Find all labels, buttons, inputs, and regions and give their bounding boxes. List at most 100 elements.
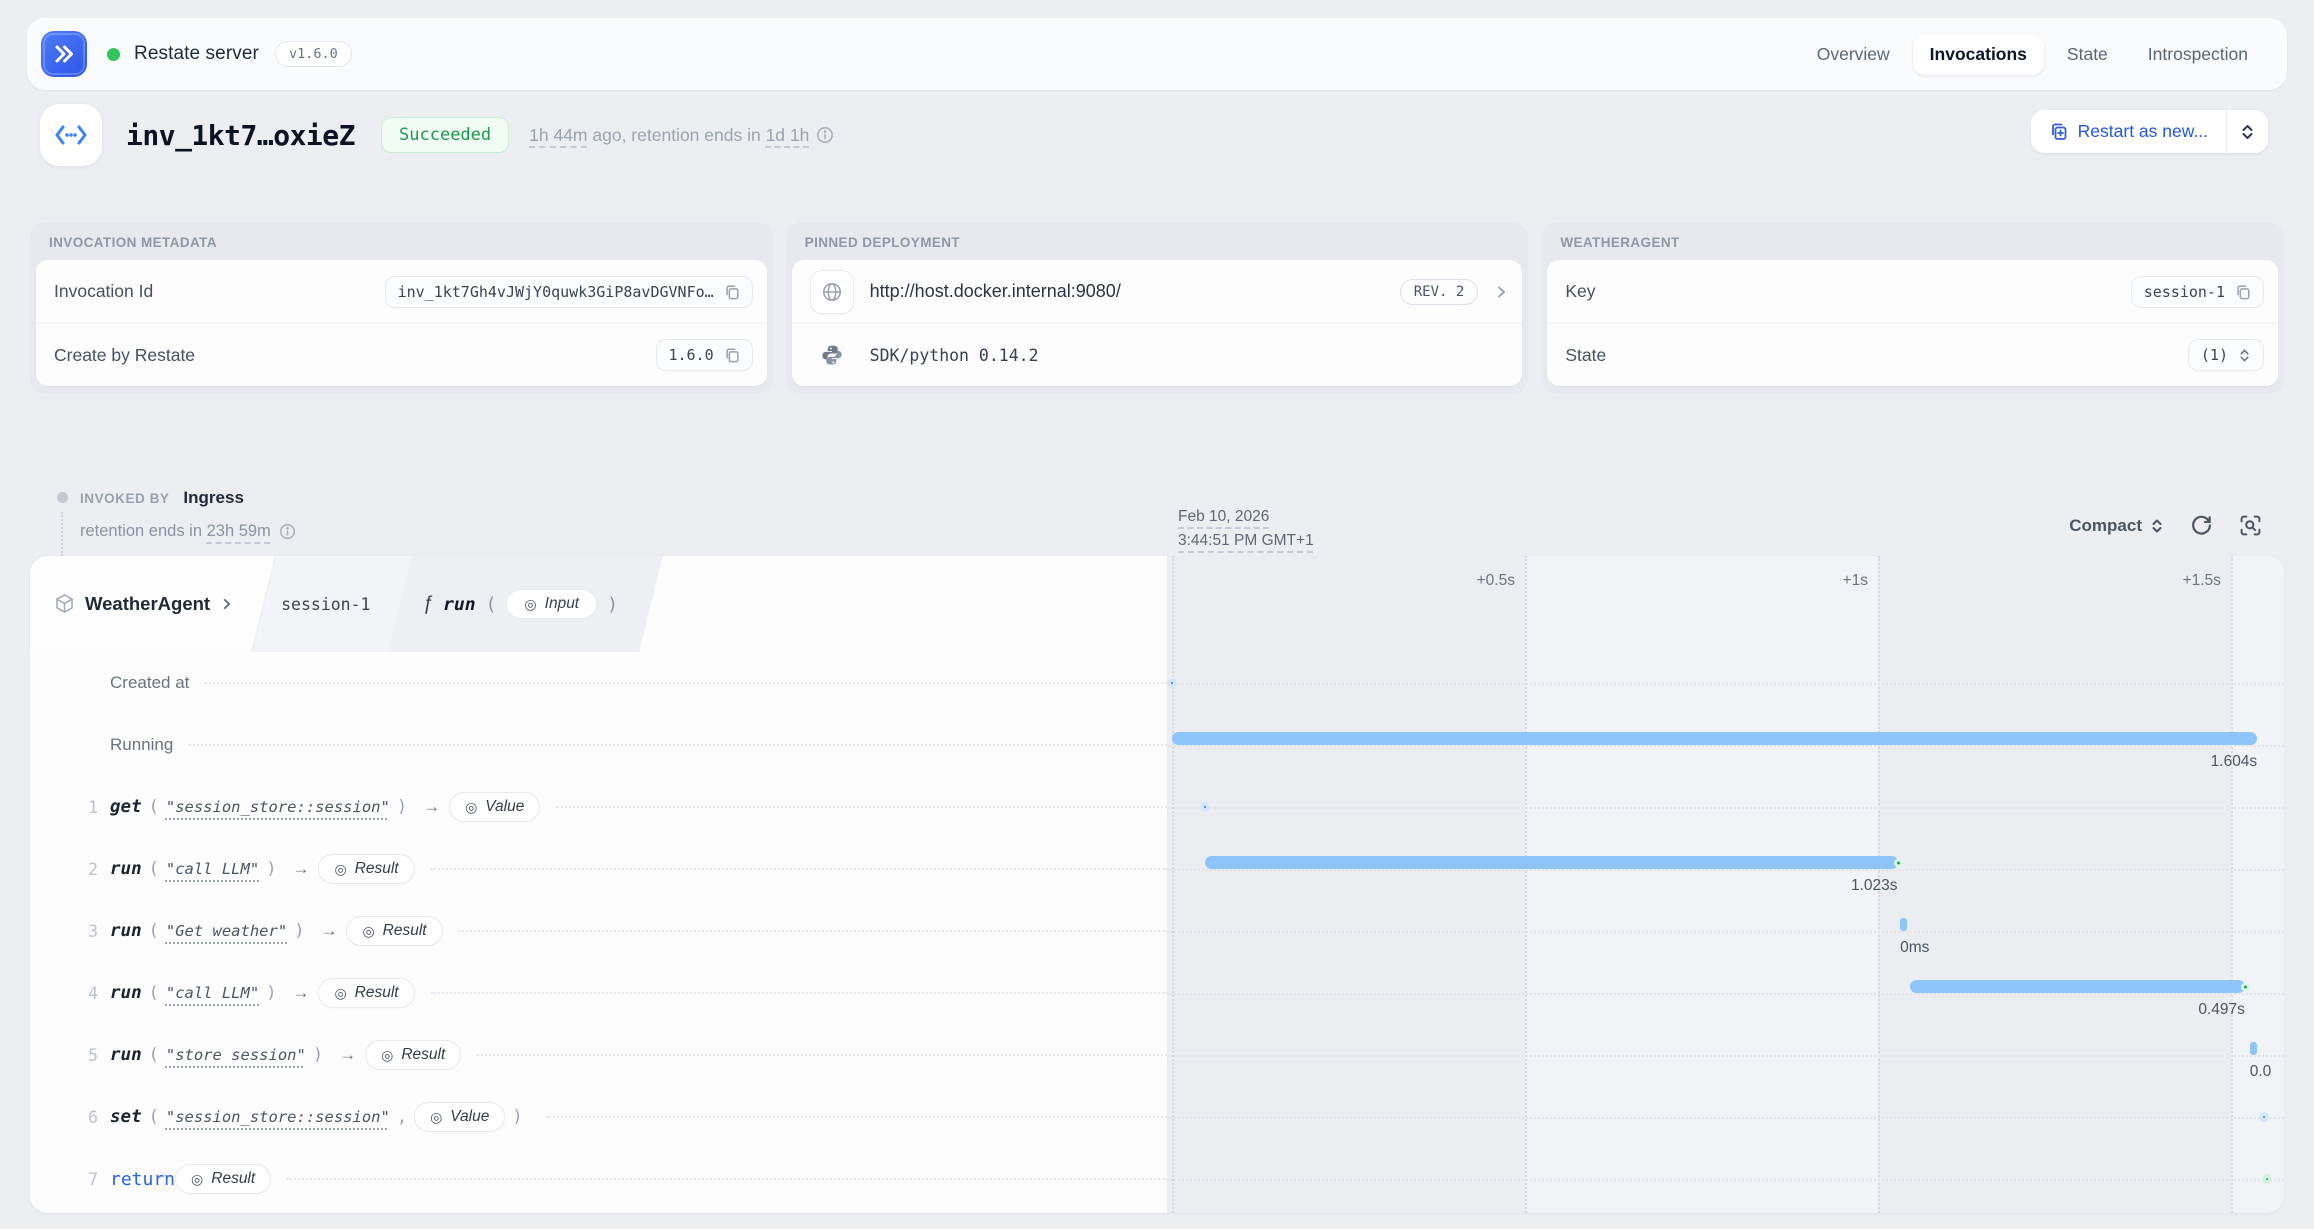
entry-label: Running: [110, 735, 173, 755]
entry-number: 6: [74, 1108, 98, 1127]
info-icon[interactable]: [279, 523, 296, 540]
badge-label: Result: [211, 1170, 255, 1188]
chevron-up-down-icon: [2150, 517, 2164, 535]
input-badge[interactable]: ◎ Input: [506, 589, 597, 619]
journal-entry-entry-1: 1get("session_store::session")→◎Value: [30, 776, 1167, 838]
refresh-icon[interactable]: [2190, 514, 2213, 537]
punctuation: (: [149, 1107, 159, 1127]
nav-tab-invocations[interactable]: Invocations: [1913, 34, 2044, 75]
punctuation: (: [149, 983, 159, 1003]
key-segment[interactable]: session-1: [251, 556, 400, 652]
service-name: WeatherAgent: [85, 593, 210, 615]
timeline-green-dot[interactable]: [2262, 1174, 2272, 1184]
punctuation: (: [149, 797, 159, 817]
timeline-instant-tick[interactable]: [2250, 1042, 2257, 1055]
invocation-title-row: inv_1kt7…oxieZ Succeeded 1h 44m ago, ret…: [40, 104, 834, 166]
dotted-leader: [477, 1054, 1167, 1056]
copy-plus-icon: [2049, 122, 2068, 141]
card-title: PINNED DEPLOYMENT: [792, 222, 1523, 260]
journal-entry-entry-7: 7return◎Result: [30, 1148, 1167, 1210]
view-icon: ◎: [191, 1172, 203, 1186]
journal-row-entry-5: 5run("store session")→◎Result0.0: [30, 1024, 2284, 1086]
invocation-id-row: Invocation Id inv_1kt7Gh4vJWjY0quwk3GiP8…: [36, 260, 767, 323]
result-badge[interactable]: ◎Result: [318, 978, 414, 1008]
journal-row-entry-4: 4run("call LLM")→◎Result0.497s: [30, 962, 2284, 1024]
state-expander[interactable]: (1): [2188, 339, 2264, 371]
timeline-cell-entry-1: [1167, 776, 2284, 838]
density-select[interactable]: Compact: [2069, 516, 2164, 536]
entry-number: 5: [74, 1046, 98, 1065]
copy-icon[interactable]: [2235, 284, 2251, 300]
value-badge[interactable]: ◎Value: [449, 792, 540, 822]
entry-keyword: run: [110, 983, 142, 1003]
journal-row-running: Running1.604s: [30, 714, 2284, 776]
timeline-track-line: [1167, 869, 2284, 871]
function-symbol: ƒ: [422, 593, 433, 615]
dotted-leader: [459, 930, 1167, 932]
python-icon: [810, 333, 854, 377]
copy-icon[interactable]: [724, 284, 740, 300]
metadata-cards: INVOCATION METADATA Invocation Id inv_1k…: [30, 222, 2284, 394]
entry-argument: "session_store::session": [166, 1108, 390, 1126]
entry-number: 1: [74, 798, 98, 817]
status-badge: Succeeded: [381, 117, 509, 153]
journal-rows: Created atRunning1.604s1get("session_sto…: [30, 652, 2284, 1210]
revision-badge: REV. 2: [1400, 279, 1479, 305]
zoom-to-fit-icon[interactable]: [2239, 514, 2262, 537]
result-badge[interactable]: ◎ Result: [175, 1164, 271, 1194]
arrow-glyph: →: [292, 983, 309, 1003]
trace-header-row: WeatherAgent session-1 ƒ run ( ◎ Input: [30, 556, 2284, 652]
row-label: Create by Restate: [54, 345, 195, 366]
value-badge[interactable]: ◎Value: [414, 1102, 505, 1132]
restart-options-toggle[interactable]: [2227, 110, 2268, 153]
invoker-dot: [57, 492, 68, 503]
nav-tab-introspection[interactable]: Introspection: [2131, 34, 2265, 75]
row-label: Key: [1565, 281, 1595, 302]
result-badge[interactable]: ◎Result: [365, 1040, 461, 1070]
timeline-blue-dot[interactable]: [1167, 678, 1177, 688]
timeline-duration-bar[interactable]: [1205, 856, 1898, 869]
badge-label: Result: [383, 922, 427, 940]
dotted-leader: [431, 868, 1167, 870]
nav-tab-state[interactable]: State: [2050, 34, 2125, 75]
punctuation: ): [397, 797, 407, 817]
badge-label: Value: [485, 798, 524, 816]
bar-end-green-dot: [1894, 858, 1903, 867]
bar-end-green-dot: [2241, 982, 2250, 991]
timeline-duration-bar[interactable]: [1910, 980, 2245, 993]
start-date: Feb 10, 2026: [1178, 505, 1269, 529]
globe-icon: [810, 270, 854, 314]
timeline-cell-entry-4: 0.497s: [1167, 962, 2284, 1024]
trace-table: WeatherAgent session-1 ƒ run ( ◎ Input: [30, 556, 2284, 1213]
app-title: Restate server: [134, 43, 259, 65]
service-segment[interactable]: WeatherAgent: [30, 556, 263, 652]
deployment-endpoint-row[interactable]: http://host.docker.internal:9080/ REV. 2: [792, 260, 1523, 323]
timeline-track-line: [1167, 683, 2284, 685]
copy-icon[interactable]: [724, 347, 740, 363]
restart-as-new-button[interactable]: Restart as new...: [2031, 110, 2226, 153]
tick-label: +1.5s: [2183, 572, 2231, 590]
main-nav: OverviewInvocationsStateIntrospection: [1800, 34, 2265, 75]
punctuation: ): [512, 1107, 522, 1127]
timeline-blue-dot[interactable]: [2259, 1112, 2269, 1122]
timeline-instant-tick[interactable]: [1900, 918, 1907, 931]
restate-version-value: 1.6.0: [656, 339, 753, 371]
badge-label: Result: [355, 984, 399, 1002]
weatheragent-card: WEATHERAGENT Key session-1 State: [1541, 222, 2284, 394]
result-badge[interactable]: ◎Result: [346, 916, 442, 946]
arrow-glyph: →: [320, 921, 337, 941]
nav-tab-overview[interactable]: Overview: [1800, 34, 1907, 75]
journal-row-entry-3: 3run("Get weather")→◎Result0ms: [30, 900, 2284, 962]
timeline-duration-bar[interactable]: [1172, 732, 2257, 745]
timeline-blue-dot[interactable]: [1200, 802, 1210, 812]
result-badge[interactable]: ◎Result: [318, 854, 414, 884]
view-icon: ◎: [334, 862, 346, 876]
punctuation: ,: [397, 1107, 407, 1127]
age-text: 1h 44m: [529, 125, 587, 145]
entry-keyword: get: [110, 797, 142, 817]
journal-row-entry-6: 6 set ( "session_store::session", ◎Value): [30, 1086, 2284, 1148]
entry-keyword: set: [110, 1107, 142, 1127]
info-icon[interactable]: [816, 126, 834, 144]
row-label: State: [1565, 345, 1606, 366]
entry-argument: "call LLM": [166, 860, 259, 878]
